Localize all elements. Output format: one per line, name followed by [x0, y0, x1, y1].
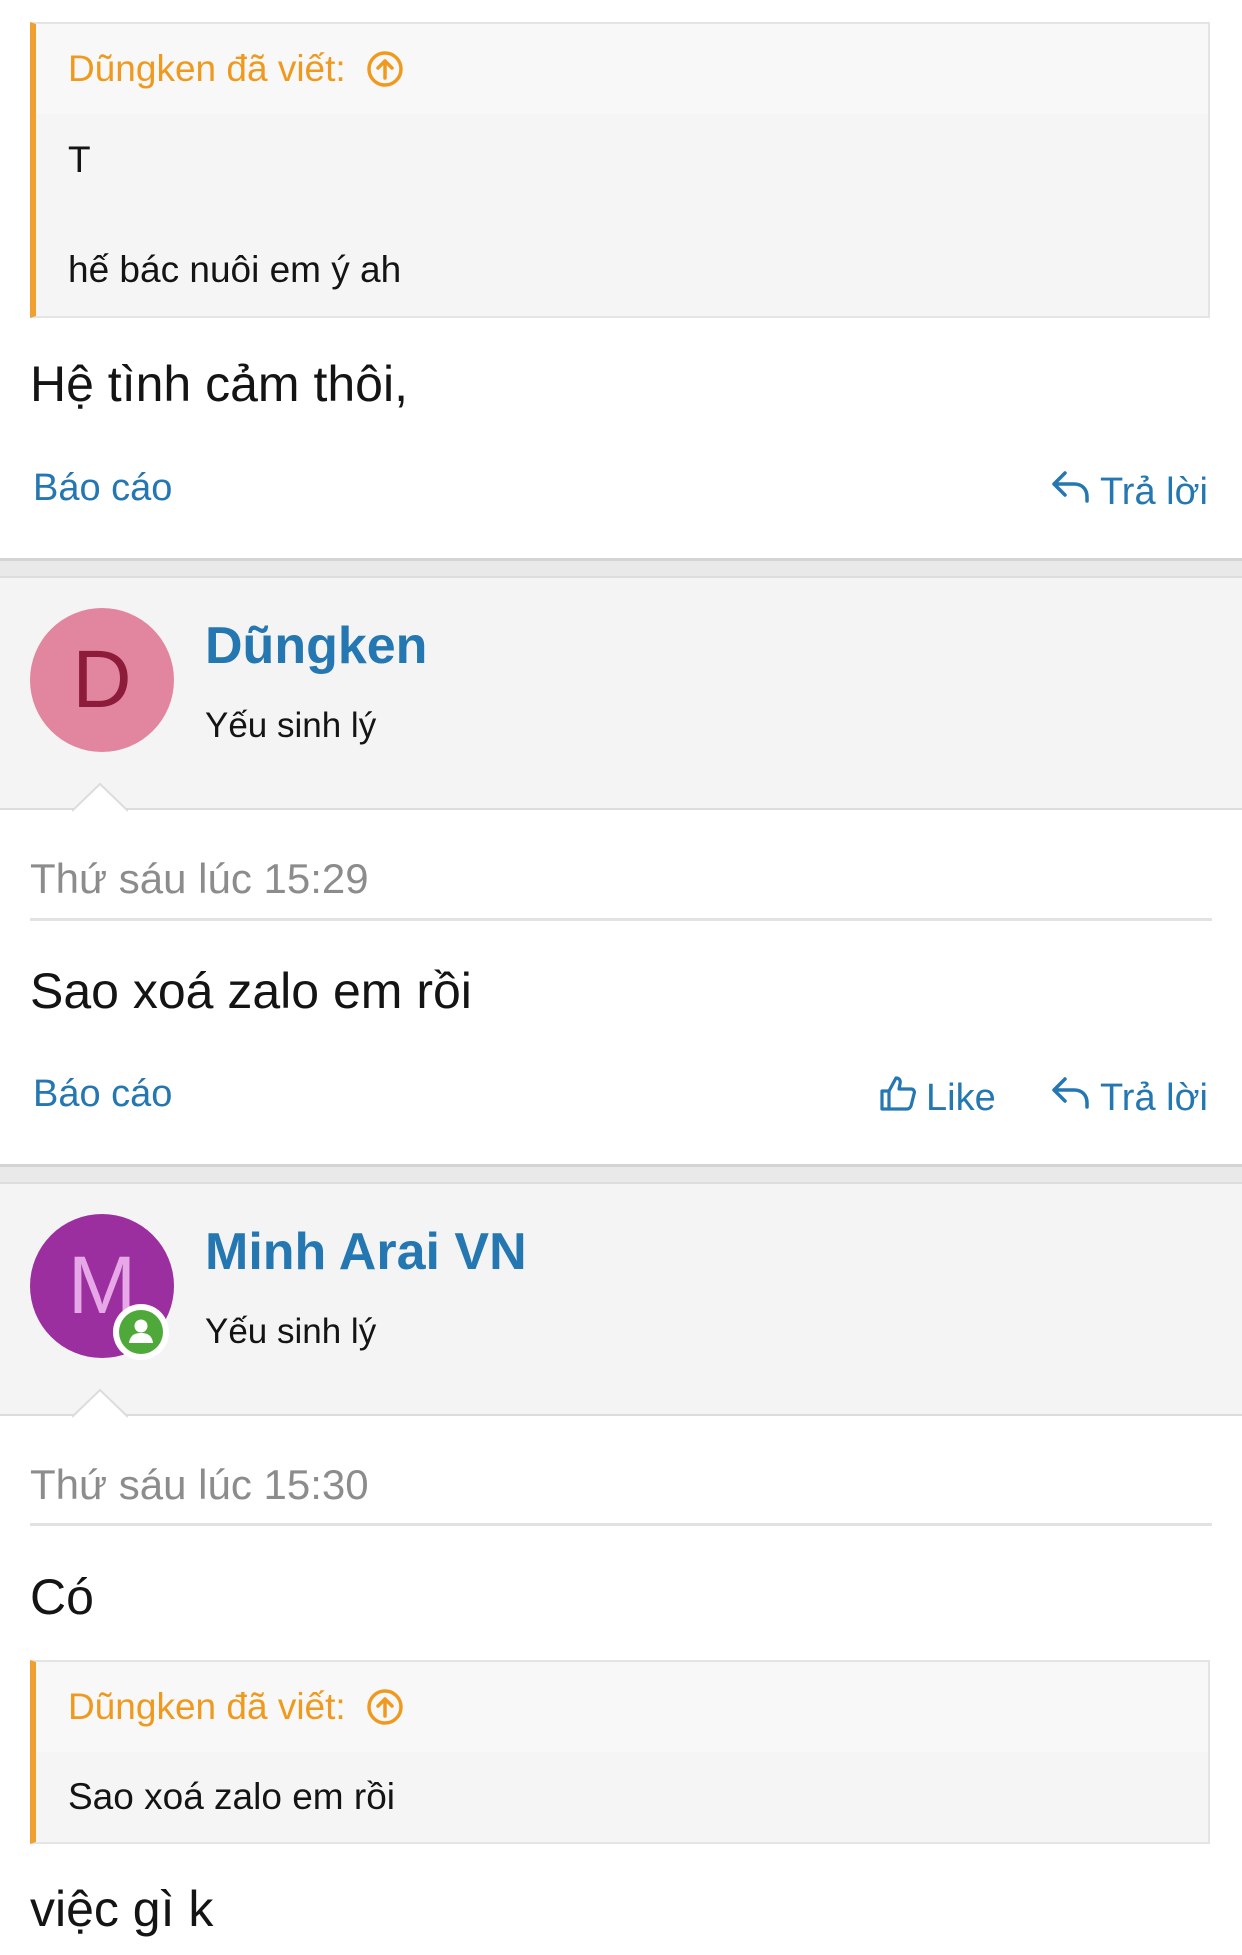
- reply-icon: [1050, 1073, 1100, 1123]
- post-separator: [0, 1164, 1242, 1184]
- report-link[interactable]: Báo cáo: [33, 1073, 172, 1116]
- user-title: Yếu sinh lý: [205, 706, 377, 745]
- arrow-up-circle-icon[interactable]: [366, 50, 404, 88]
- quote-line: T: [68, 139, 91, 180]
- thread-page: Dũngken đã viết: T hế bác nuôi em ý ah H…: [0, 0, 1242, 1955]
- reply-icon: [1050, 467, 1100, 517]
- divider: [30, 918, 1212, 921]
- reply-label: Trả lời: [1100, 470, 1208, 513]
- report-label: Báo cáo: [33, 1073, 173, 1115]
- report-label: Báo cáo: [33, 467, 173, 509]
- quote-block: Dũngken đã viết: Sao xoá zalo em rồi: [30, 1660, 1210, 1844]
- avatar-letter: D: [72, 634, 132, 725]
- post-message: Sao xoá zalo em rồi: [30, 963, 472, 1019]
- post-timestamp[interactable]: Thứ sáu lúc 15:29: [30, 855, 369, 903]
- online-status-badge: [113, 1304, 169, 1360]
- username-link[interactable]: Minh Arai VN: [205, 1222, 527, 1282]
- post-timestamp[interactable]: Thứ sáu lúc 15:30: [30, 1461, 369, 1509]
- reply-button[interactable]: Trả lời: [1050, 1073, 1208, 1123]
- like-button[interactable]: Like: [878, 1073, 996, 1123]
- quote-line: hế bác nuôi em ý ah: [68, 249, 402, 290]
- divider: [30, 1523, 1212, 1526]
- reply-label: Trả lời: [1100, 1076, 1208, 1119]
- report-link[interactable]: Báo cáo: [33, 467, 172, 510]
- quote-line: Sao xoá zalo em rồi: [68, 1776, 396, 1817]
- quote-block: Dũngken đã viết: T hế bác nuôi em ý ah: [30, 22, 1210, 318]
- post-message: Có: [30, 1569, 94, 1625]
- post-separator: [0, 558, 1242, 578]
- quote-header[interactable]: Dũngken đã viết:: [36, 24, 1208, 114]
- reply-button[interactable]: Trả lời: [1050, 467, 1208, 517]
- post-message-continued: việc gì k: [30, 1881, 214, 1937]
- like-label: Like: [926, 1076, 996, 1119]
- online-user-icon: [119, 1310, 163, 1354]
- user-title: Yếu sinh lý: [205, 1312, 377, 1351]
- post-message: Hệ tình cảm thôi,: [30, 356, 408, 412]
- quote-header[interactable]: Dũngken đã viết:: [36, 1662, 1208, 1752]
- quote-content: Sao xoá zalo em rồi: [36, 1752, 1208, 1818]
- post-user-header: M Minh Arai VN Yếu sinh lý: [0, 1184, 1242, 1418]
- quote-author: Dũngken đã viết:: [68, 1686, 346, 1727]
- avatar[interactable]: D: [30, 608, 174, 752]
- thumbs-up-icon: [878, 1073, 926, 1123]
- quote-author: Dũngken đã viết:: [68, 48, 346, 89]
- post-user-header: D Dũngken Yếu sinh lý: [0, 578, 1242, 812]
- arrow-up-circle-icon[interactable]: [366, 1688, 404, 1726]
- username-link[interactable]: Dũngken: [205, 616, 427, 676]
